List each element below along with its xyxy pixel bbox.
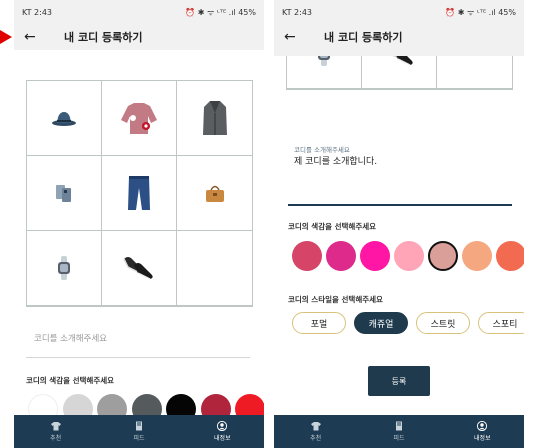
- color-section-label: 코디의 색감을 선택해주세요: [288, 222, 377, 231]
- sneakers-icon: [393, 56, 413, 66]
- nav-item-feed[interactable]: 피드: [97, 415, 180, 448]
- color-section-label: 코디의 색감을 선택해주세요: [26, 376, 115, 385]
- nav-item-recommend[interactable]: 추천: [274, 415, 357, 448]
- feed-icon: [135, 421, 142, 431]
- page-title: 내 코디 등록하기: [64, 31, 143, 44]
- back-arrow-icon[interactable]: ←: [284, 29, 306, 45]
- style-chip-selected[interactable]: 캐쥬얼: [354, 312, 408, 334]
- screenshot: KT 2:43 ⏰ ✱ ᯤ ᶫᵀᴱ .ıl 45% ← 내 코디 등록하기 코디…: [0, 0, 534, 448]
- profile-icon: [477, 421, 488, 431]
- intro-input[interactable]: 제 코디를 소개합니다.: [294, 154, 377, 167]
- status-time: KT 2:43: [282, 7, 313, 17]
- content-card-scrolled: 코디를 소개해주세요 제 코디를 소개합니다. 코디의 색감을 선택해주세요 코…: [274, 56, 524, 415]
- intro-underline-focused: [288, 204, 512, 206]
- status-bar: KT 2:43 ⏰ ✱ ᯤ ᶫᵀᴱ .ıl 45%: [14, 0, 264, 24]
- bottom-nav: 추천 피드 내정보: [274, 415, 524, 448]
- sneakers-icon: [123, 257, 153, 280]
- grid-cell-jeans[interactable]: [102, 156, 177, 231]
- app-bar: ← 내 코디 등록하기: [274, 24, 524, 50]
- sweater-icon: [121, 103, 157, 134]
- watch-icon: [58, 256, 70, 280]
- grid-cell-empty[interactable]: [177, 231, 252, 306]
- color-swatch[interactable]: [496, 241, 524, 271]
- submit-button[interactable]: 등록: [368, 366, 430, 396]
- color-swatch[interactable]: [394, 241, 424, 271]
- style-chip[interactable]: 포멀: [292, 312, 346, 334]
- nav-label: 내정보: [214, 435, 231, 442]
- grid-cell-phone-case[interactable]: [27, 156, 102, 231]
- nav-label: 내정보: [474, 435, 491, 442]
- nav-label: 추천: [50, 435, 62, 442]
- phone-left: KT 2:43 ⏰ ✱ ᯤ ᶫᵀᴱ .ıl 45% ← 내 코디 등록하기 코디…: [14, 0, 264, 448]
- status-bar: KT 2:43 ⏰ ✱ ᯤ ᶫᵀᴱ .ıl 45%: [274, 0, 524, 24]
- content-card: 코디를 소개해주세요 코디의 색감을 선택해주세요: [14, 50, 264, 424]
- grid-cell-sweater[interactable]: [102, 81, 177, 156]
- handbag-icon: [205, 185, 224, 202]
- intro-floating-label: 코디를 소개해주세요: [294, 146, 350, 154]
- phone-right: KT 2:43 ⏰ ✱ ᯤ ᶫᵀᴱ .ıl 45% ← 내 코디 등록하기 코디…: [274, 0, 524, 448]
- feed-icon: [395, 421, 402, 431]
- grid-cell-watch[interactable]: [27, 231, 102, 306]
- tshirt-icon: [50, 422, 61, 431]
- color-swatch[interactable]: [462, 241, 492, 271]
- style-chip[interactable]: 스포티: [478, 312, 524, 334]
- grid-cell-sneakers[interactable]: [102, 231, 177, 306]
- page-title: 내 코디 등록하기: [324, 31, 403, 44]
- profile-icon: [217, 421, 228, 431]
- coat-icon: [202, 101, 227, 135]
- status-icons: ⏰ ✱ ᯤ ᶫᵀᴱ .ıl 45%: [445, 7, 516, 17]
- grid-cell-sneakers[interactable]: [362, 56, 437, 89]
- style-section-label: 코디의 스타일을 선택해주세요: [288, 295, 383, 304]
- nav-item-recommend[interactable]: 추천: [14, 415, 97, 448]
- nav-label: 추천: [310, 435, 322, 442]
- watch-icon: [318, 56, 330, 66]
- status-icons: ⏰ ✱ ᯤ ᶫᵀᴱ .ıl 45%: [185, 7, 256, 17]
- bottom-nav: 추천 피드 내정보: [14, 415, 264, 448]
- color-swatch-selected[interactable]: [428, 241, 458, 271]
- color-swatch[interactable]: [326, 241, 356, 271]
- status-time: KT 2:43: [22, 7, 53, 17]
- intro-input[interactable]: 코디를 소개해주세요: [34, 332, 107, 344]
- color-swatch[interactable]: [292, 241, 322, 271]
- nav-label: 피드: [393, 435, 405, 442]
- jeans-icon: [128, 176, 150, 210]
- nav-label: 피드: [133, 435, 145, 442]
- back-arrow-icon[interactable]: ←: [24, 29, 46, 45]
- style-chip[interactable]: 스트릿: [416, 312, 470, 334]
- red-pointer-arrow-icon: [0, 30, 12, 44]
- app-bar: ← 내 코디 등록하기: [14, 24, 264, 50]
- nav-item-feed[interactable]: 피드: [357, 415, 440, 448]
- nav-item-profile[interactable]: 내정보: [181, 415, 264, 448]
- grid-cell-empty[interactable]: [437, 56, 512, 89]
- outfit-grid: [286, 56, 513, 90]
- grid-cell-handbag[interactable]: [177, 156, 252, 231]
- hat-icon: [52, 112, 76, 126]
- nav-item-profile[interactable]: 내정보: [441, 415, 524, 448]
- phone-case-icon: [56, 185, 71, 202]
- grid-cell-coat[interactable]: [177, 81, 252, 156]
- grid-cell-watch[interactable]: [287, 56, 362, 89]
- tshirt-icon: [310, 422, 321, 431]
- color-swatch[interactable]: [360, 241, 390, 271]
- outfit-grid: [26, 80, 253, 307]
- intro-underline: [26, 357, 250, 358]
- grid-cell-hat[interactable]: [27, 81, 102, 156]
